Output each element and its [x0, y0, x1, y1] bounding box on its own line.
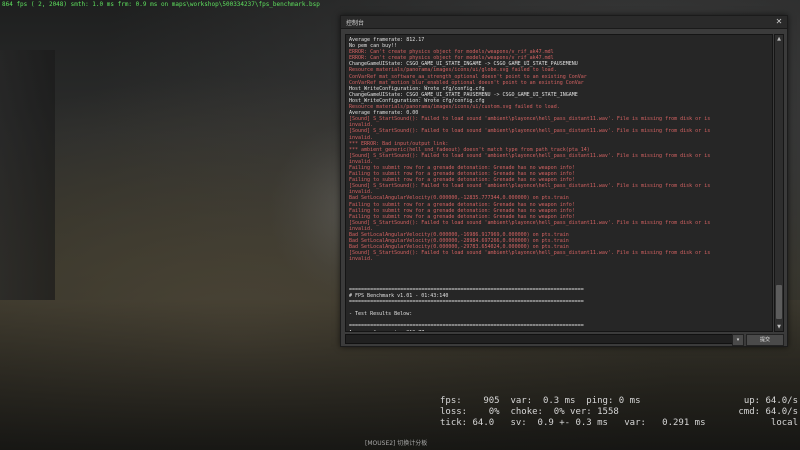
close-icon[interactable]: ✕	[774, 17, 784, 27]
console-command-input[interactable]	[345, 334, 733, 344]
history-dropdown-icon[interactable]: ▾	[732, 334, 744, 346]
log-line: [Sound] S_StartSound(): Failed to load s…	[349, 152, 711, 159]
log-line: Average framerate: 812.77	[349, 330, 769, 332]
log-line: [Sound] S_StartSound(): Failed to load s…	[349, 116, 711, 123]
perf-readout: 864 fps ( 2, 2048) smth: 1.0 ms frm: 0.9…	[2, 1, 320, 8]
console-scrollbar[interactable]: ▲ ▼	[774, 34, 784, 332]
console-title: 控制台	[346, 20, 365, 27]
console-titlebar[interactable]: 控制台 ✕	[341, 16, 787, 29]
scroll-down-icon[interactable]: ▼	[775, 323, 783, 331]
console-log-lines: Average framerate: 812.17 No pem can buy!…	[349, 37, 769, 332]
scroll-thumb[interactable]	[776, 285, 782, 319]
scoreboard-hint: [MOUSE2] 切换计分板	[365, 440, 428, 447]
log-line: [Sound] S_StartSound(): Failed to load s…	[349, 183, 711, 190]
console-window[interactable]: 控制台 ✕ Average framerate: 812.17 No pem ca…	[340, 15, 788, 347]
log-line: [Sound] S_StartSound(): Failed to load s…	[349, 250, 711, 257]
netgraph: fps: 905 var: 0.3 ms ping: 0 ms loss: 0%…	[440, 396, 800, 436]
netgraph-stats-left: fps: 905 var: 0.3 ms ping: 0 ms loss: 0%…	[440, 396, 706, 428]
scroll-up-icon[interactable]: ▲	[775, 35, 783, 43]
scene-pillar	[0, 50, 55, 300]
console-log[interactable]: Average framerate: 812.17 No pem can buy!…	[345, 34, 773, 332]
netgraph-stats-right: up: 64.0/s cmd: 64.0/s local	[738, 396, 798, 428]
log-line: [Sound] S_StartSound(): Failed to load s…	[349, 219, 711, 226]
submit-button[interactable]: 提交	[746, 334, 784, 346]
log-line: [Sound] S_StartSound(): Failed to load s…	[349, 128, 711, 135]
